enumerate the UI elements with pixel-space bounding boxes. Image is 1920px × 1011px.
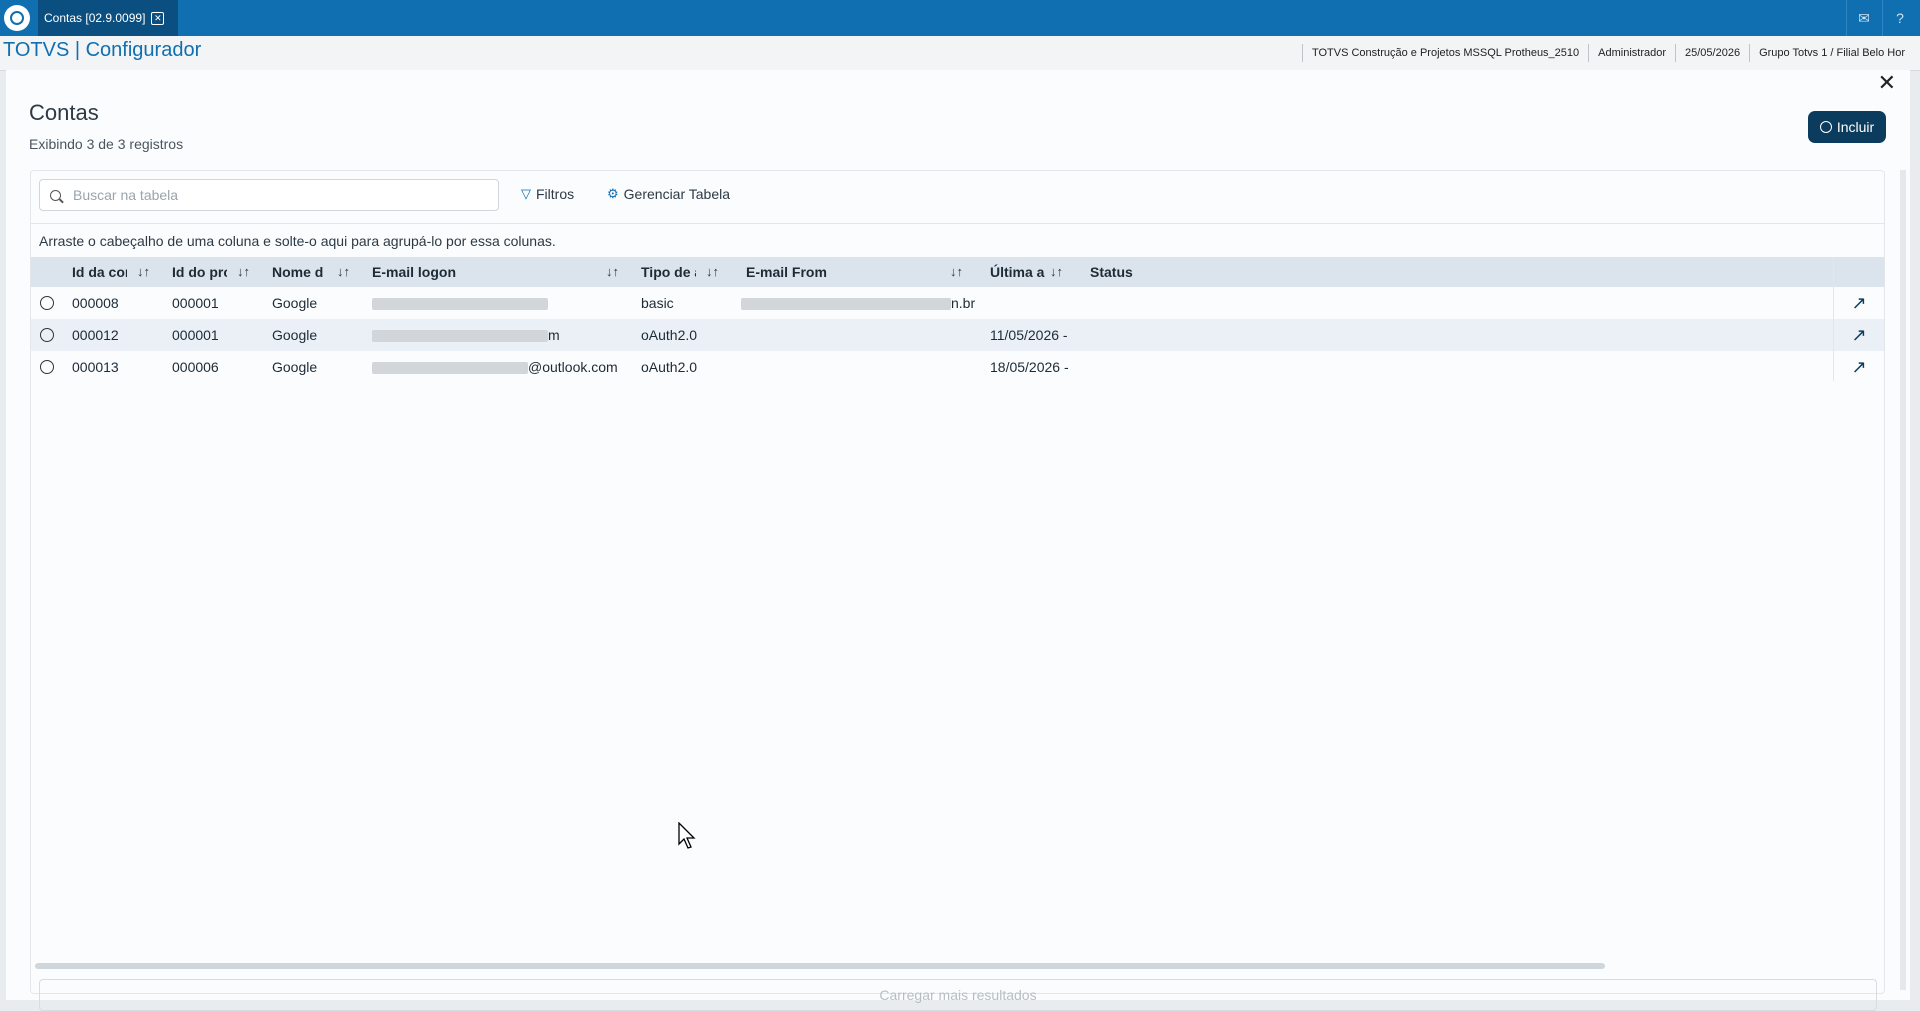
search-box[interactable] <box>39 179 499 211</box>
cell-prov: 000001 <box>172 327 219 343</box>
group-drop-zone[interactable]: Arraste o cabeçalho de uma coluna e solt… <box>39 233 556 249</box>
info-date: 25/05/2026 <box>1675 44 1749 62</box>
redacted-text <box>372 298 548 311</box>
cell-logon: m <box>372 319 560 351</box>
col-id-conta[interactable]: Id da cor <box>72 257 127 287</box>
actions-column-divider <box>1833 257 1834 381</box>
row-select-radio[interactable] <box>40 360 54 374</box>
col-nome[interactable]: Nome d <box>272 257 327 287</box>
cell-name: Google <box>272 295 318 311</box>
table-row[interactable]: 000013 000006 Google @outlook.com oAuth2… <box>31 351 1884 383</box>
cell-id: 000013 <box>72 359 119 375</box>
search-input[interactable] <box>71 186 475 204</box>
table-card: ▽ Filtros ⚙ Gerenciar Tabela Arraste o c… <box>30 170 1885 1011</box>
cell-name: Google <box>272 359 318 375</box>
toolbar-divider <box>31 223 1884 224</box>
horizontal-scrollbar[interactable] <box>35 963 1605 969</box>
col-email-from[interactable]: E-mail From <box>746 257 926 287</box>
col-id-provedor[interactable]: Id do prc <box>172 257 227 287</box>
include-label: Incluir <box>1836 119 1875 135</box>
logon-suffix: @outlook.com <box>528 359 618 375</box>
app-header: TOTVS | Configurador TOTVS Construção e … <box>0 36 1920 71</box>
cell-tipo: oAuth2.0 <box>641 327 698 343</box>
cell-tipo: oAuth2.0 <box>641 359 698 375</box>
col-status[interactable]: Status <box>1090 257 1170 287</box>
top-bar: Contas [02.9.0099] ✕ ✉ ? <box>0 0 1920 36</box>
sort-icon[interactable]: ↓↑ <box>137 257 150 287</box>
brand-title: TOTVS | Configurador <box>3 39 202 61</box>
cell-id: 000012 <box>72 327 119 343</box>
help-icon[interactable]: ? <box>1882 0 1917 36</box>
contas-panel: ✕ Contas Exibindo 3 de 3 registros Inclu… <box>6 70 1910 1011</box>
sort-icon[interactable]: ↓↑ <box>606 257 619 287</box>
check-circle-icon <box>1819 121 1832 133</box>
tab-contas[interactable]: Contas [02.9.0099] ✕ <box>38 0 178 36</box>
filter-icon: ▽ <box>521 186 531 201</box>
redacted-text <box>372 330 548 343</box>
sort-icon[interactable]: ↓↑ <box>950 257 963 287</box>
cell-logon <box>372 287 548 319</box>
sort-icon[interactable]: ↓↑ <box>337 257 350 287</box>
col-tipo[interactable]: Tipo de a <box>641 257 696 287</box>
session-info: TOTVS Construção e Projetos MSSQL Prothe… <box>1301 44 1914 62</box>
row-select-radio[interactable] <box>40 296 54 310</box>
sort-icon[interactable]: ↓↑ <box>706 257 719 287</box>
open-record-icon[interactable]: ↗ <box>1839 319 1879 351</box>
cell-prov: 000001 <box>172 295 219 311</box>
load-more-button[interactable]: Carregar mais resultados <box>39 979 1877 1011</box>
page-title: Contas <box>29 100 99 125</box>
tab-label: Contas [02.9.0099] <box>44 11 146 25</box>
cell-ultima: 11/05/2026 - <box>990 327 1068 343</box>
cell-tipo: basic <box>641 295 674 311</box>
close-panel-icon[interactable]: ✕ <box>1878 70 1896 96</box>
cell-logon: @outlook.com <box>372 351 618 383</box>
manage-table-label: Gerenciar Tabela <box>623 186 731 202</box>
filters-label: Filtros <box>536 186 575 202</box>
info-branch: Grupo Totvs 1 / Filial Belo Hor <box>1749 44 1914 62</box>
table-row[interactable]: 000012 000001 Google m oAuth2.0 11/05/20… <box>31 319 1884 351</box>
cell-name: Google <box>272 327 318 343</box>
open-record-icon[interactable]: ↗ <box>1839 351 1879 383</box>
app-logo-icon[interactable] <box>4 5 30 31</box>
redacted-text <box>741 298 951 311</box>
logon-suffix: m <box>548 327 560 343</box>
from-suffix: n.br <box>951 295 976 311</box>
cell-from: n.br <box>741 287 975 319</box>
gear-icon: ⚙ <box>607 186 619 201</box>
table-row[interactable]: 000008 000001 Google basic n.br ↗ <box>31 287 1884 319</box>
table-header: Id da cor ↓↑ Id do prc ↓↑ Nome d ↓↑ E-ma… <box>31 257 1884 287</box>
include-button[interactable]: Incluir <box>1808 111 1886 143</box>
cell-ultima: 18/05/2026 - <box>990 359 1069 375</box>
cell-prov: 000006 <box>172 359 219 375</box>
info-company: TOTVS Construção e Projetos MSSQL Prothe… <box>1301 44 1588 62</box>
sort-icon[interactable]: ↓↑ <box>1050 257 1063 287</box>
redacted-text <box>372 362 528 375</box>
tab-close-icon[interactable]: ✕ <box>151 11 165 25</box>
col-ultima[interactable]: Última a <box>990 257 1045 287</box>
records-count: Exibindo 3 de 3 registros <box>29 136 184 152</box>
cell-id: 000008 <box>72 295 119 311</box>
row-select-radio[interactable] <box>40 328 54 342</box>
col-email-logon[interactable]: E-mail logon <box>372 257 552 287</box>
sort-icon[interactable]: ↓↑ <box>237 257 250 287</box>
mail-icon[interactable]: ✉ <box>1846 0 1881 36</box>
filters-button[interactable]: ▽ Filtros <box>521 186 574 202</box>
manage-table-button[interactable]: ⚙ Gerenciar Tabela <box>607 186 730 202</box>
info-user: Administrador <box>1588 44 1675 62</box>
vertical-scrollbar[interactable] <box>1900 170 1906 990</box>
search-icon <box>50 189 61 201</box>
open-record-icon[interactable]: ↗ <box>1839 287 1879 319</box>
